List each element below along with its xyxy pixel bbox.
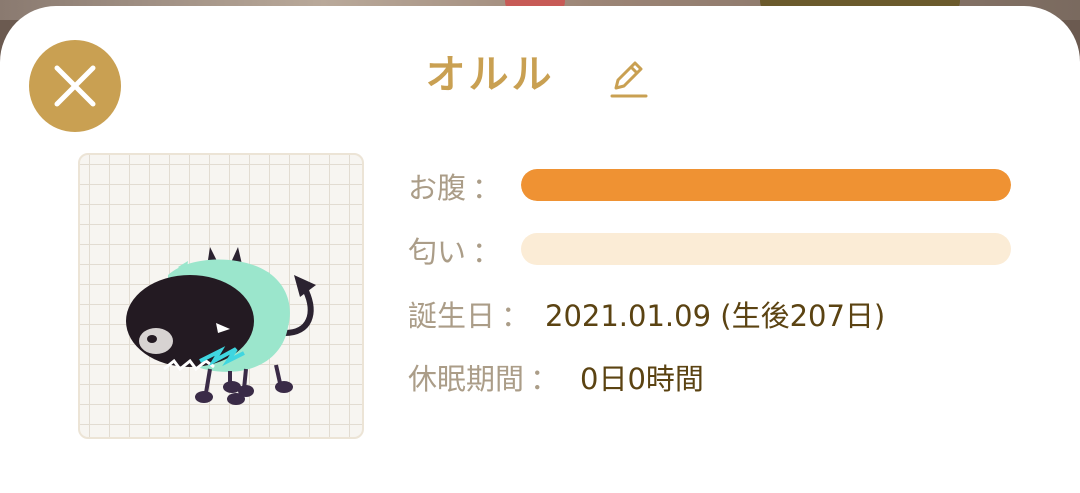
pet-name: オルル [425,52,555,98]
colon: ： [501,299,531,333]
colon: ： [472,171,502,205]
smell-label-text: 匂い [408,235,467,269]
pencil-icon[interactable] [604,54,652,102]
hunger-bar-fill [521,169,1011,201]
pet-status-card: オルル お腹 ： 匂い ： 誕生日 ： 2021.01.09 (生後207日) … [0,6,1080,493]
hunger-label-text: お腹 [408,171,467,205]
colon: ： [530,362,560,396]
colon: ： [472,235,502,269]
smell-label: 匂い： [408,232,501,272]
hunger-label: お腹： [408,168,501,208]
pet-avatar [78,153,364,439]
birthday-value: 2021.01.09 (生後207日) [545,299,886,333]
smell-bar [521,233,1011,265]
birthday-label-text: 誕生日 [408,299,496,333]
hibernation-value: 0日0時間 [580,362,704,396]
pet-creature-image [126,247,316,405]
birthday-label: 誕生日： [408,296,530,336]
hibernation-label: 休眠期間： [408,359,559,399]
hunger-bar [521,169,1011,201]
title-row: オルル [0,46,1080,106]
hibernation-label-text: 休眠期間 [408,362,525,396]
